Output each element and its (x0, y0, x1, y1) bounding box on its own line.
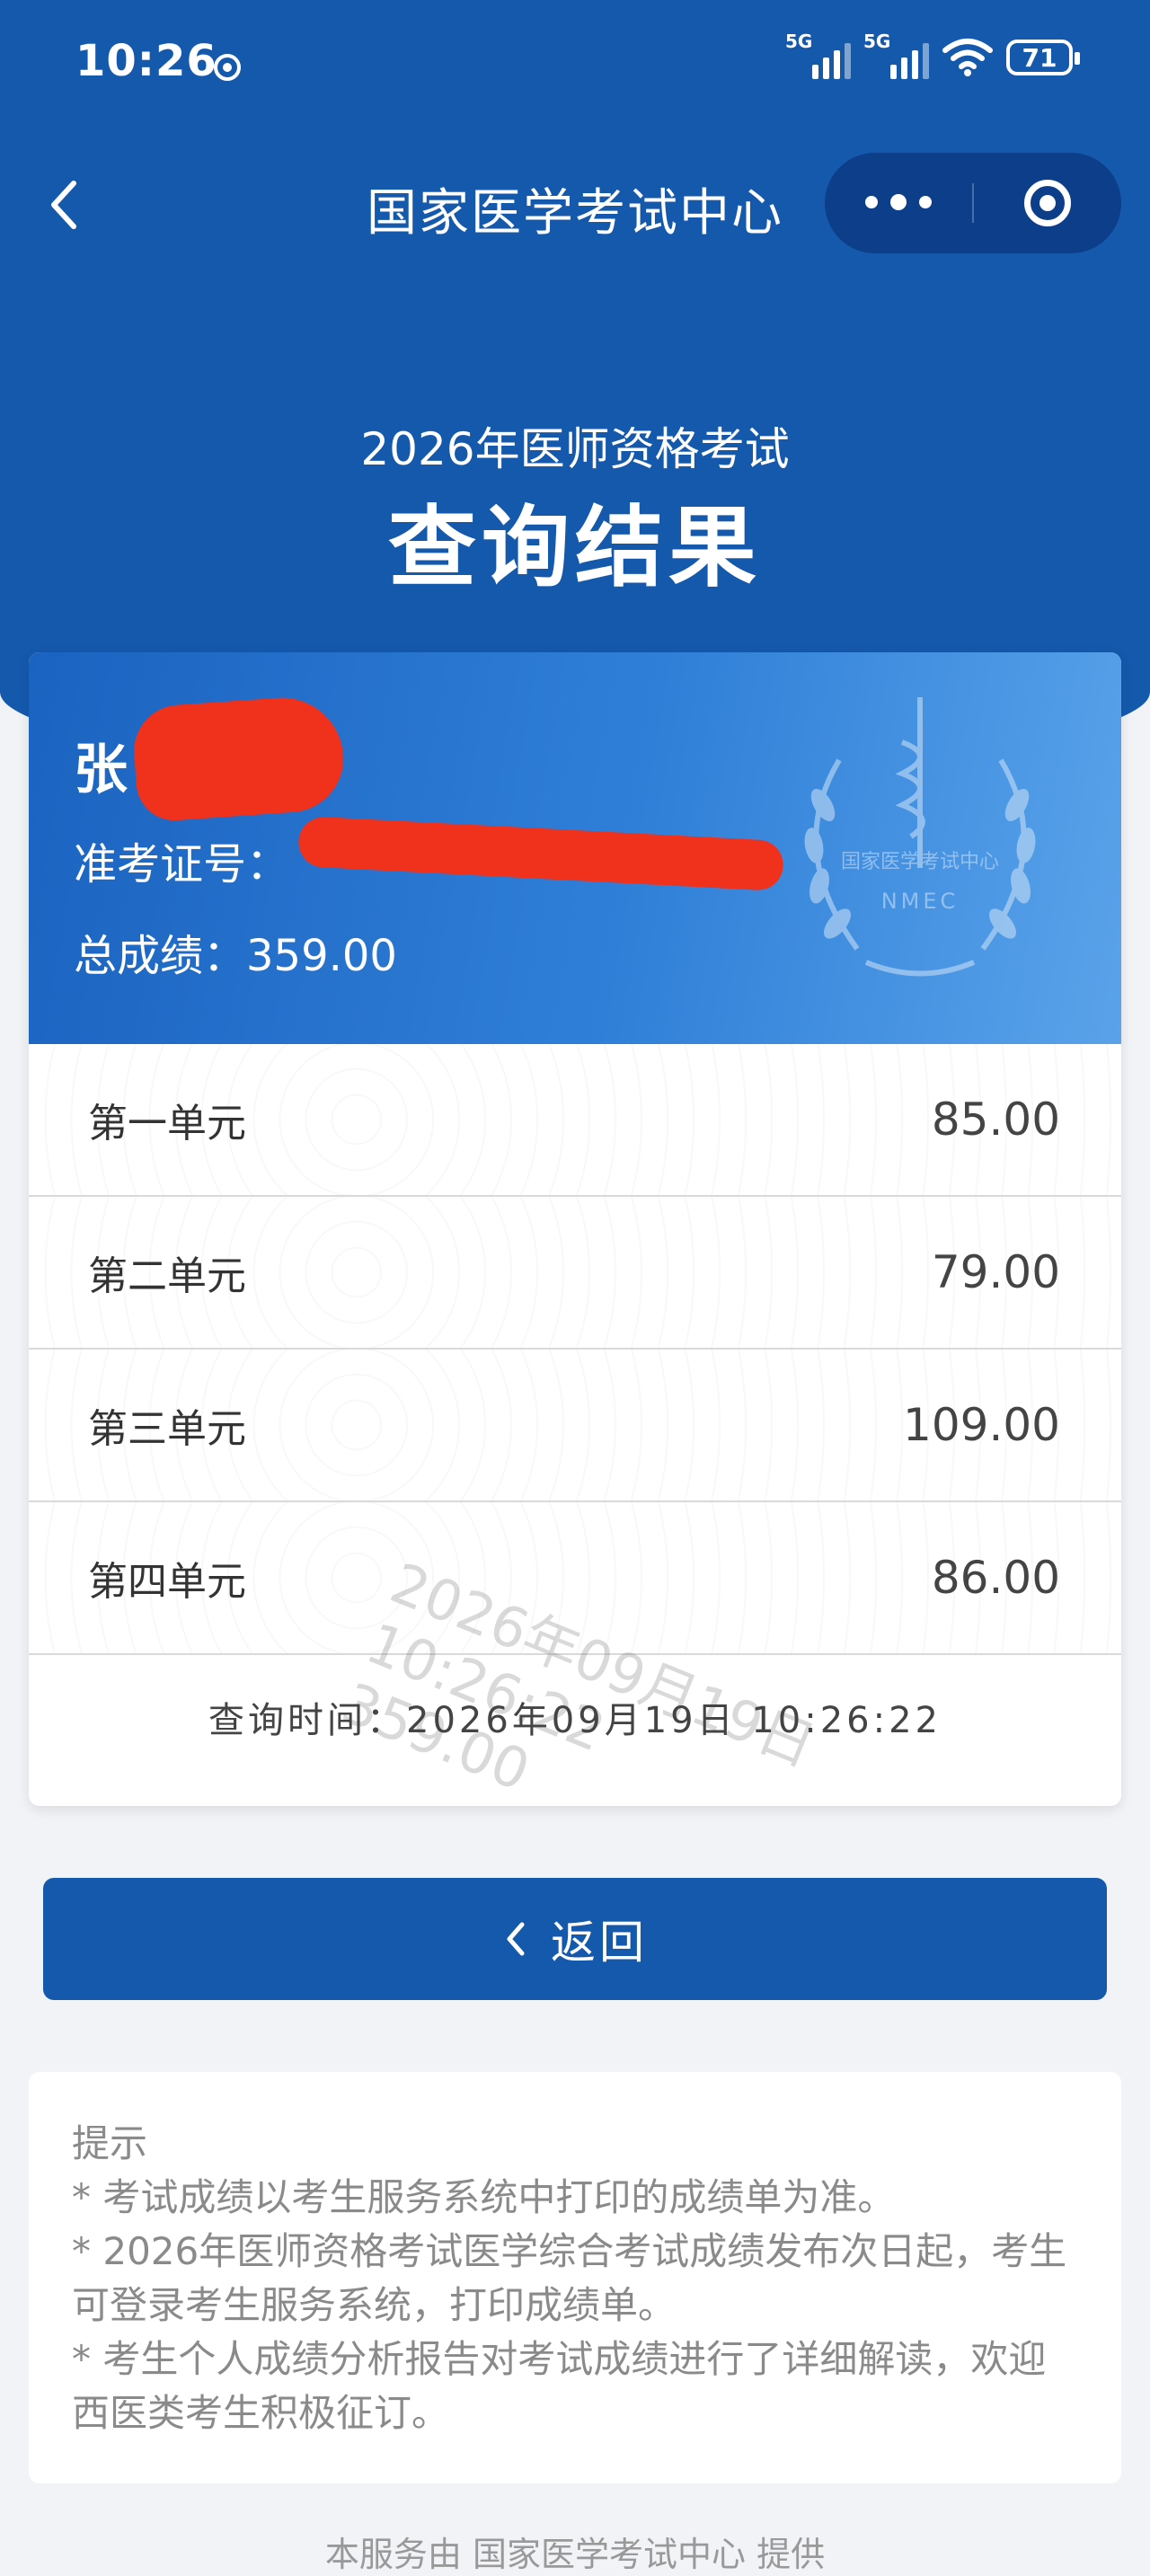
emblem-text-cn: 国家医学考试中心 (841, 851, 999, 873)
notice-panel: 提示 * 考试成绩以考生服务系统中打印的成绩单为准。 * 2026年医师资格考试… (29, 2072, 1121, 2483)
unit-score: 109.00 (903, 1399, 1060, 1451)
status-bar: 10:26 5G 5G 71 (0, 0, 1150, 135)
more-options-icon[interactable] (825, 194, 972, 210)
cellular-signal-icon: 5G (863, 31, 929, 79)
network-type-label: 5G (785, 31, 813, 52)
unit-name: 第二单元 (88, 1253, 246, 1299)
cellular-signal-icon: 5G (785, 31, 851, 79)
candidate-info-panel: 国家医学考试中心 NMEC 张 准考证号： 总成绩：359.00 (29, 652, 1121, 1044)
query-time-label: 查询时间： (208, 1700, 407, 1741)
wifi-icon (942, 39, 993, 76)
back-button-label: 返回 (551, 1917, 648, 1969)
total-score-row: 总成绩：359.00 (74, 920, 397, 983)
unit-name: 第一单元 (88, 1101, 246, 1146)
candidate-name: 张 (74, 739, 128, 801)
redaction-mark (130, 694, 348, 823)
unit-score-row: 第二单元 79.00 (29, 1197, 1121, 1350)
unit-score-row: 第一单元 85.00 (29, 1044, 1121, 1197)
footer-text: 本服务由 国家医学考试中心 提供 (324, 2535, 826, 2574)
status-time: 10:26 (75, 36, 217, 86)
network-type-label: 5G (863, 31, 891, 52)
unit-score-list: 第一单元 85.00 第二单元 79.00 第三单元 109.00 第四单元 8… (29, 1044, 1121, 1655)
emblem-text-en: NMEC (881, 889, 960, 914)
admission-number-label: 准考证号： (74, 839, 290, 890)
unit-name: 第三单元 (88, 1406, 246, 1452)
exam-name: 2026年医师资格考试 (360, 423, 790, 475)
notice-item: * 2026年医师资格考试医学综合考试成绩发布次日起，考生可登录考生服务系统，打… (72, 2229, 1067, 2327)
notice-item: * 考试成绩以考生服务系统中打印的成绩单为准。 (72, 2175, 896, 2219)
mini-program-capsule (825, 153, 1121, 253)
nmec-emblem-logo: 国家医学考试中心 NMEC (804, 697, 1036, 977)
notice-title: 提示 (72, 2121, 148, 2165)
unit-score: 86.00 (931, 1552, 1060, 1604)
query-time-value: 2026年09月19日 10:26:22 (406, 1700, 942, 1741)
battery-level: 71 (1022, 42, 1057, 73)
query-time: 查询时间：2026年09月19日 10:26:22 (29, 1691, 1121, 1743)
unit-score: 85.00 (931, 1093, 1060, 1146)
notification-icon (214, 54, 241, 81)
unit-score-row: 第三单元 109.00 (29, 1350, 1121, 1502)
close-mini-program-icon[interactable] (974, 180, 1121, 226)
result-card: 国家医学考试中心 NMEC 张 准考证号： 总成绩：359.00 第一单元 85… (29, 652, 1121, 1806)
battery-icon: 71 (1006, 40, 1080, 75)
redaction-mark (296, 815, 785, 892)
unit-name: 第四单元 (88, 1559, 246, 1605)
total-score-value: 359.00 (246, 931, 397, 981)
back-button[interactable]: 返回 (43, 1878, 1107, 2000)
total-score-label: 总成绩： (74, 931, 247, 981)
status-indicators: 5G 5G 71 (785, 31, 1080, 79)
page-title: 查询结果 (387, 497, 762, 599)
chevron-left-icon (507, 1922, 525, 1956)
notice-item: * 考生个人成绩分析报告对考试成绩进行了详细解读，欢迎西医类考生积极征订。 (72, 2337, 1047, 2435)
unit-score: 79.00 (931, 1246, 1060, 1298)
unit-score-row: 第四单元 86.00 (29, 1502, 1121, 1655)
